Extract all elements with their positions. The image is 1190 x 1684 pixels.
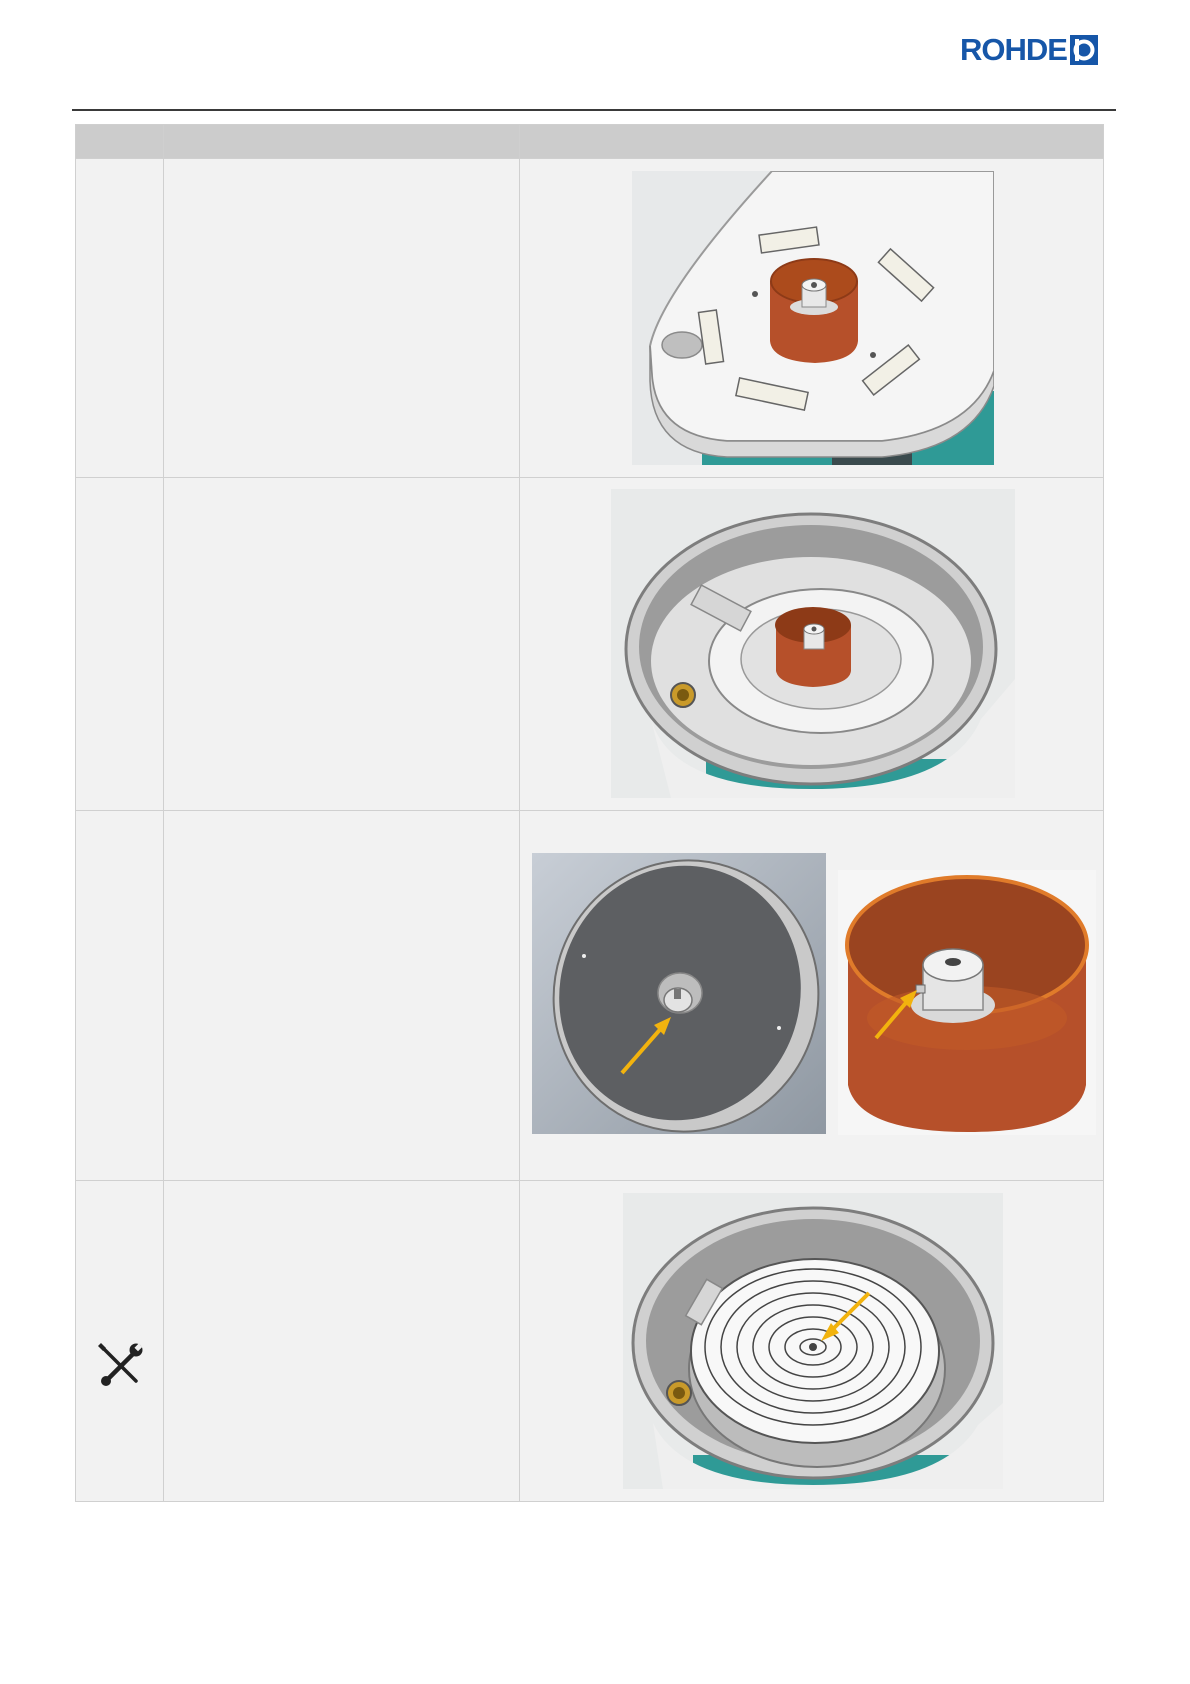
description-cell [163, 810, 520, 1181]
step-cell [75, 477, 164, 811]
table-row [75, 477, 1104, 811]
description-cell [163, 477, 520, 811]
assembly-steps-table [75, 124, 1104, 1502]
table-header-row [75, 124, 1104, 159]
header-description [163, 124, 520, 159]
step-cell [75, 1180, 164, 1502]
table-row [75, 810, 1104, 1181]
brand-logo: ROHDE [960, 30, 1098, 70]
tools-icon [98, 1343, 143, 1386]
header-step [75, 124, 164, 159]
description-cell [163, 158, 520, 478]
wheel-head-mounted-image [623, 1193, 1003, 1489]
orange-hub-with-pin-image [838, 870, 1096, 1135]
brand-name: ROHDE [960, 32, 1068, 67]
step-cell [75, 158, 164, 478]
header-illustration [519, 124, 1104, 159]
table-row [75, 1180, 1104, 1502]
step-cell [75, 810, 164, 1181]
wheel-head-underside-image [532, 853, 826, 1134]
plate-with-magnetic-strips-image [632, 171, 994, 465]
table-row [75, 158, 1104, 478]
brand-mark-icon [1069, 35, 1098, 65]
illustration-cell [519, 810, 1104, 1181]
illustration-cell [519, 477, 1104, 811]
splash-pan-with-orange-hub-image [611, 489, 1015, 798]
illustration-cell [519, 158, 1104, 478]
description-cell [163, 1180, 520, 1502]
header-rule [72, 109, 1116, 111]
illustration-cell [519, 1180, 1104, 1502]
